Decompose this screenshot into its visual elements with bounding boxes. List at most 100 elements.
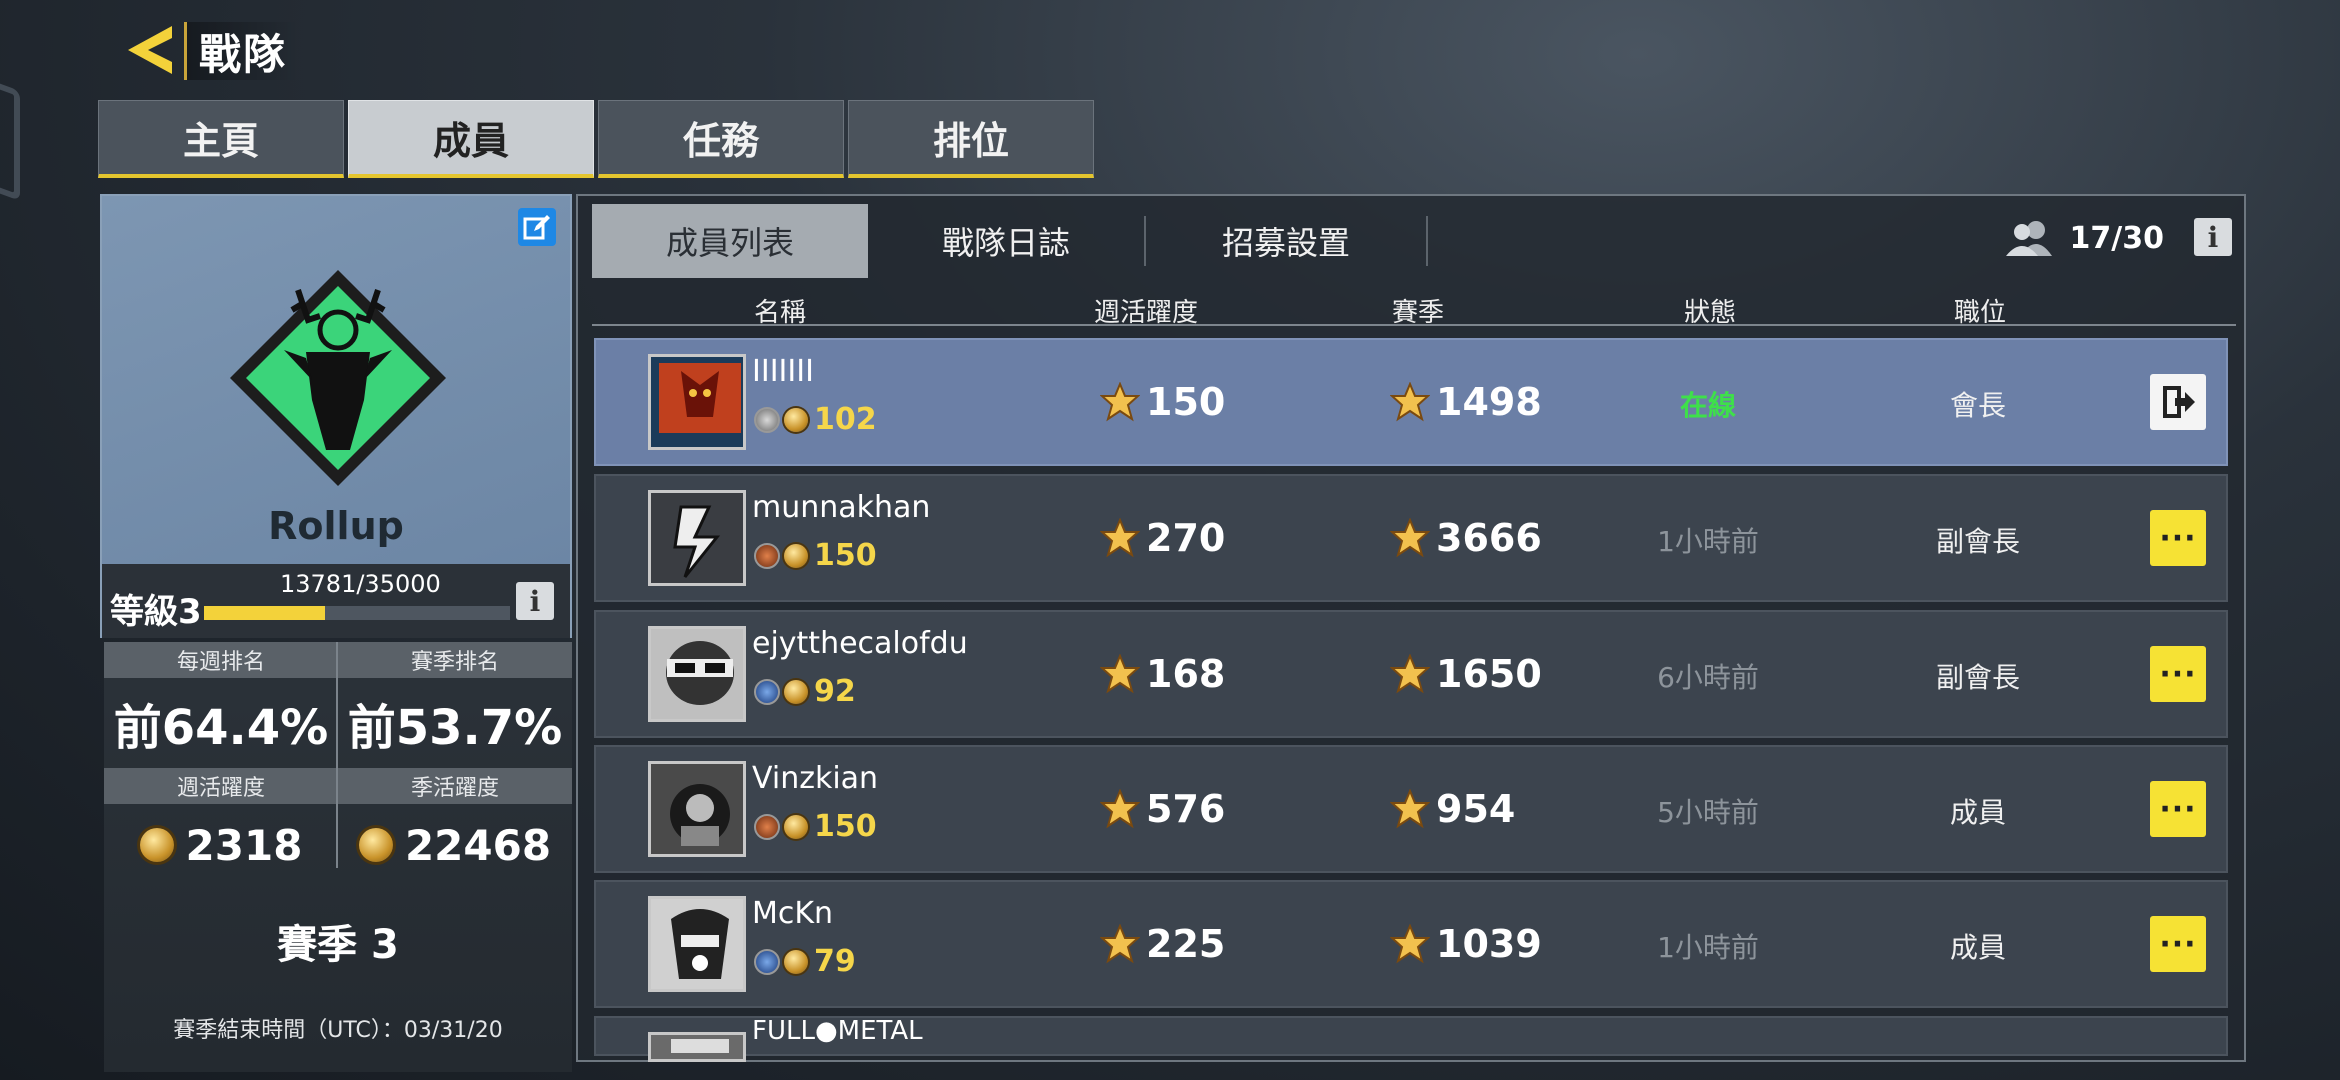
level-info-button[interactable]: i	[516, 582, 554, 620]
clan-emblem-deer-icon	[230, 270, 446, 486]
weekly-activity-cell: 576	[1100, 787, 1225, 831]
star-icon	[1100, 789, 1140, 829]
member-role: 會長	[1949, 389, 2006, 422]
star-icon	[1100, 382, 1140, 422]
member-more-button[interactable]: ···	[2150, 781, 2206, 837]
back-button[interactable]	[118, 18, 182, 82]
season-label: 賽季 3	[277, 922, 399, 968]
level-star-icon	[784, 543, 808, 568]
star-icon	[1100, 924, 1140, 964]
member-row[interactable]: Vinzkian 150 576 954 5小時前 成員 ···	[594, 745, 2228, 873]
season-activity-label: 季活躍度	[338, 768, 572, 804]
tab-clan-log[interactable]: 戰隊日誌	[868, 204, 1144, 278]
xp-progress-fill	[204, 606, 325, 620]
sub-tabs: 成員列表 戰隊日誌 招募設置	[592, 204, 1428, 278]
member-more-button[interactable]: ···	[2150, 916, 2206, 972]
star-icon	[1390, 518, 1430, 558]
clan-stats: 每週排名 前64.4% 賽季排名 前53.7% 週活躍度 2318 季活躍度 2…	[104, 642, 572, 1072]
tab-home[interactable]: 主頁	[98, 100, 344, 178]
tab-missions[interactable]: 任務	[598, 100, 844, 178]
season-rank-label: 賽季排名	[338, 642, 572, 678]
member-row[interactable]: IIIIIII 102 150 1498 在線 會長	[594, 338, 2228, 466]
edit-clan-button[interactable]	[518, 208, 556, 246]
season-activity-cell: 954	[1390, 787, 1515, 831]
weekly-activity-value: 576	[1146, 787, 1226, 831]
clan-card: Rollup 等級3 13781/35000 i	[100, 194, 572, 638]
star-icon	[1390, 924, 1430, 964]
star-icon	[1390, 382, 1430, 422]
season-end-time: 賽季結束時間（UTC）：03/31/20	[173, 1018, 503, 1043]
tab-member-list[interactable]: 成員列表	[592, 204, 868, 278]
stats-divider	[336, 642, 338, 868]
weekly-activity-value: 150	[1146, 380, 1226, 424]
level-star-icon	[784, 407, 808, 432]
clan-level-bar: 等級3 13781/35000 i	[102, 564, 570, 638]
star-icon	[1390, 654, 1430, 694]
clan-name: Rollup	[268, 504, 404, 548]
exit-door-icon	[2163, 386, 2195, 418]
member-level-badge: 79	[754, 944, 856, 979]
member-avatar[interactable]	[648, 896, 746, 992]
member-more-button[interactable]: ···	[2150, 646, 2206, 702]
activity-coin-icon	[358, 828, 393, 862]
weekly-rank-label: 每週排名	[104, 642, 338, 678]
weekly-activity-value: 168	[1146, 652, 1226, 696]
weekly-activity-cell: 270	[1100, 516, 1225, 560]
member-level-badge: 102	[754, 402, 877, 437]
season-activity-cell: 1498	[1390, 380, 1542, 424]
member-row[interactable]: ejytthecalofdu 92 168 1650 6小時前 副會長 ···	[594, 610, 2228, 738]
star-icon	[1390, 789, 1430, 829]
member-avatar[interactable]	[648, 354, 746, 450]
member-avatar[interactable]	[648, 626, 746, 722]
rank-emblem-icon	[754, 678, 780, 705]
back-arrow-icon	[128, 26, 172, 74]
member-name: munnakhan	[752, 490, 931, 525]
star-icon	[1100, 654, 1140, 694]
member-level-badge: 92	[754, 674, 856, 709]
weekly-activity-value: 2318	[185, 820, 303, 870]
season-activity-value: 1650	[1436, 652, 1542, 696]
members-icon	[2005, 221, 2052, 256]
member-level: 102	[814, 402, 877, 437]
member-row[interactable]: McKn 79 225 1039 1小時前 成員 ···	[594, 880, 2228, 1008]
weekly-activity-cell: 150	[1100, 380, 1225, 424]
member-name: ejytthecalofdu	[752, 626, 968, 661]
member-avatar[interactable]	[648, 1032, 746, 1062]
members-panel: 成員列表 戰隊日誌 招募設置 17/30 i 名稱 週活躍度 賽季 狀態 職位 …	[576, 194, 2246, 1062]
member-info-button[interactable]: i	[2194, 218, 2232, 256]
season-activity-value: 954	[1436, 787, 1516, 831]
member-row[interactable]: munnakhan 150 270 3666 1小時前 副會長 ···	[594, 474, 2228, 602]
member-avatar[interactable]	[648, 490, 746, 586]
member-role: 副會長	[1935, 661, 2020, 694]
table-header: 名稱 週活躍度 賽季 狀態 職位	[592, 292, 2236, 328]
xp-progress-bar	[204, 606, 510, 620]
member-name: McKn	[752, 896, 834, 931]
weekly-activity-block: 週活躍度 2318	[104, 768, 338, 886]
member-status: 5小時前	[1657, 796, 1759, 829]
member-level: 150	[814, 809, 877, 844]
rank-emblem-icon	[754, 542, 780, 569]
season-activity-value: 1039	[1436, 922, 1542, 966]
member-row[interactable]: FULL●METAL	[594, 1016, 2228, 1062]
tab-separator	[1426, 216, 1428, 266]
season-activity-value: 22468	[404, 820, 552, 870]
season-activity-cell: 1039	[1390, 922, 1542, 966]
activity-coin-icon	[139, 828, 174, 862]
weekly-activity-value: 225	[1146, 922, 1226, 966]
col-season: 賽季	[1392, 298, 1445, 328]
season-activity-value: 1498	[1436, 380, 1542, 424]
season-activity-cell: 1650	[1390, 652, 1542, 696]
member-avatar[interactable]	[648, 761, 746, 857]
tab-members[interactable]: 成員	[348, 100, 594, 178]
member-level-badge: 150	[754, 809, 877, 844]
member-name: IIIIIII	[752, 354, 814, 389]
member-role: 成員	[1949, 796, 2006, 829]
member-more-button[interactable]: ···	[2150, 510, 2206, 566]
clan-xp-text: 13781/35000	[280, 570, 441, 598]
member-status: 在線	[1679, 389, 1736, 422]
tab-ranking[interactable]: 排位	[848, 100, 1094, 178]
tab-recruit-settings[interactable]: 招募設置	[1146, 204, 1426, 278]
main-tabs: 主頁 成員 任務 排位	[98, 100, 1094, 178]
season-rank-value: 前53.7%	[347, 700, 563, 756]
leave-clan-button[interactable]	[2150, 374, 2206, 430]
